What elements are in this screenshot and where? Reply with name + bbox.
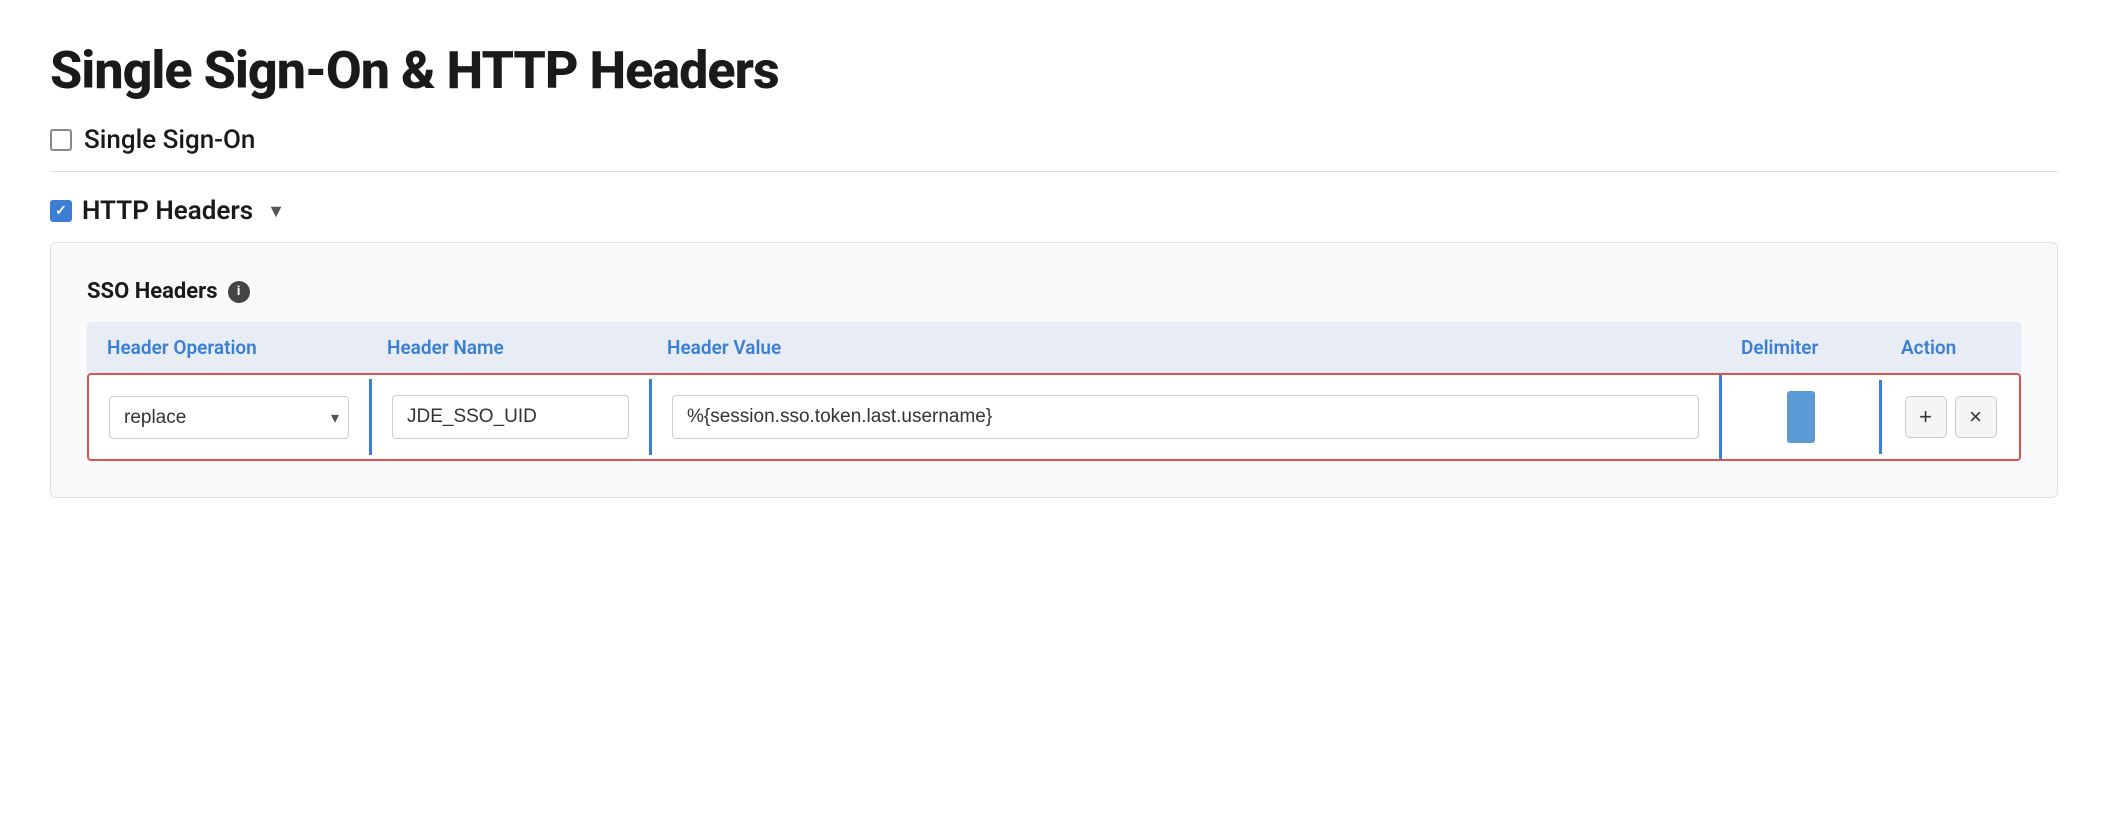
http-headers-section: HTTP Headers ▼ SSO Headers i Header Oper… bbox=[50, 196, 2058, 498]
col-header-value: Header Value bbox=[647, 322, 1721, 373]
sso-section: Single Sign-On bbox=[50, 125, 2058, 155]
table-header-row: Header Operation Header Name Header Valu… bbox=[87, 322, 2021, 373]
col-header-name: Header Name bbox=[367, 322, 647, 373]
http-headers-label: HTTP Headers bbox=[82, 196, 253, 226]
cell-action: + × bbox=[1879, 380, 2019, 454]
add-row-button[interactable]: + bbox=[1905, 396, 1947, 438]
col-header-action: Action bbox=[1881, 322, 2021, 373]
sso-checkbox[interactable] bbox=[50, 129, 72, 151]
cell-header-value bbox=[649, 379, 1719, 455]
http-headers-checkbox[interactable] bbox=[50, 200, 72, 222]
page-title: Single Sign-On & HTTP Headers bbox=[50, 40, 2058, 101]
info-icon[interactable]: i bbox=[228, 281, 250, 303]
operation-select[interactable]: replace add remove bbox=[109, 396, 349, 439]
chevron-down-icon[interactable]: ▼ bbox=[267, 201, 285, 222]
sso-headers-title-row: SSO Headers i bbox=[87, 279, 2021, 304]
cell-header-name bbox=[369, 379, 649, 455]
http-headers-body: SSO Headers i Header Operation Header Na… bbox=[50, 242, 2058, 498]
header-value-input[interactable] bbox=[672, 395, 1699, 439]
sso-headers-table: Header Operation Header Name Header Valu… bbox=[87, 322, 2021, 461]
remove-row-button[interactable]: × bbox=[1955, 396, 1997, 438]
sso-label: Single Sign-On bbox=[84, 125, 255, 155]
action-buttons: + × bbox=[1905, 396, 1997, 438]
header-name-input[interactable] bbox=[392, 395, 629, 439]
delimiter-bar bbox=[1787, 391, 1815, 443]
cell-header-operation: replace add remove ▾ bbox=[89, 380, 369, 455]
http-headers-header: HTTP Headers ▼ bbox=[50, 196, 2058, 226]
table-row: replace add remove ▾ bbox=[87, 373, 2021, 461]
col-header-delimiter: Delimiter bbox=[1721, 322, 1881, 373]
sso-headers-title: SSO Headers bbox=[87, 279, 218, 304]
cell-delimiter bbox=[1719, 375, 1879, 459]
col-header-operation: Header Operation bbox=[87, 322, 367, 373]
operation-select-wrapper: replace add remove ▾ bbox=[109, 396, 349, 439]
section-divider bbox=[50, 171, 2058, 172]
